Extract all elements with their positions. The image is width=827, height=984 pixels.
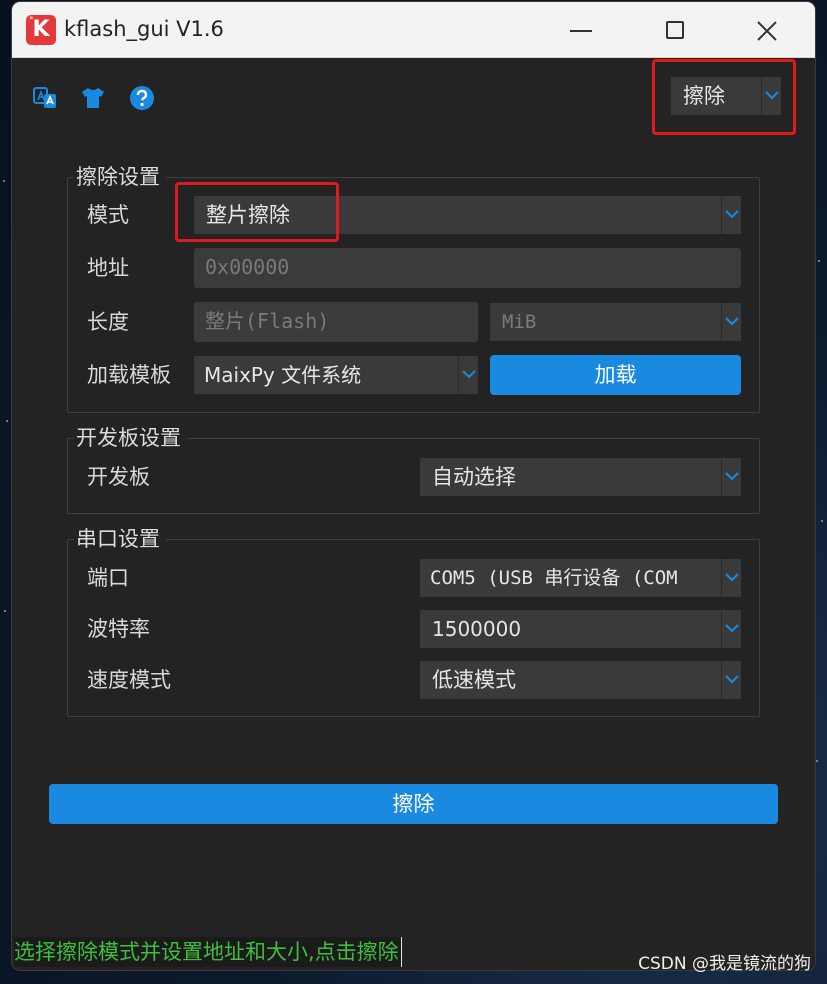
- port-label: 端口: [87, 566, 129, 590]
- help-icon[interactable]: [129, 85, 155, 111]
- app-window: ° K kflash_gui V1.6 擦除 擦除设置 模式 整片擦除 地址 0…: [12, 2, 815, 970]
- baud-label: 波特率: [87, 617, 150, 641]
- address-input[interactable]: 0x00000: [194, 248, 741, 288]
- board-select[interactable]: 自动选择: [420, 458, 741, 496]
- title-bar: ° K kflash_gui V1.6: [12, 2, 815, 58]
- main-content: 擦除 擦除设置 模式 整片擦除 地址 0x00000 长度 整片(Flash) …: [12, 59, 815, 970]
- chevron-down-icon: [725, 210, 739, 219]
- chevron-down-icon: [725, 624, 739, 633]
- annotation-box: [652, 59, 796, 135]
- address-label: 地址: [87, 256, 129, 280]
- speed-mode-label: 速度模式: [87, 668, 171, 692]
- minimize-icon: [570, 30, 592, 32]
- serial-settings-title: 串口设置: [74, 527, 166, 551]
- speed-mode-select[interactable]: 低速模式: [420, 661, 741, 699]
- chevron-down-icon: [725, 317, 739, 326]
- minimize-button[interactable]: [558, 14, 604, 48]
- erase-button[interactable]: 擦除: [49, 784, 778, 824]
- chevron-down-icon: [725, 472, 739, 481]
- port-select[interactable]: COM5 (USB 串行设备 (COM: [420, 559, 741, 597]
- translate-icon[interactable]: [32, 85, 58, 111]
- shirt-icon[interactable]: [80, 85, 106, 111]
- maximize-button[interactable]: [652, 14, 698, 48]
- length-unit-select[interactable]: MiB: [490, 303, 741, 341]
- watermark: CSDN @我是镜流的狗: [638, 954, 811, 974]
- window-title: kflash_gui V1.6: [64, 17, 224, 41]
- chevron-down-icon: [462, 370, 476, 379]
- load-template-button[interactable]: 加载: [490, 355, 741, 395]
- app-logo: ° K: [26, 15, 56, 45]
- length-input[interactable]: 整片(Flash): [194, 302, 478, 342]
- status-hint: 选择擦除模式并设置地址和大小,点击擦除: [14, 937, 402, 967]
- erase-settings-title: 擦除设置: [74, 165, 166, 189]
- close-button[interactable]: [744, 14, 790, 48]
- chevron-down-icon: [725, 573, 739, 582]
- board-settings-title: 开发板设置: [74, 426, 187, 450]
- mode-label: 模式: [87, 203, 129, 227]
- board-label: 开发板: [87, 465, 150, 489]
- template-select[interactable]: MaixPy 文件系统: [194, 356, 478, 394]
- length-label: 长度: [87, 310, 129, 334]
- close-icon: [757, 21, 777, 41]
- annotation-box: [175, 182, 339, 242]
- template-label: 加载模板: [87, 363, 171, 387]
- chevron-down-icon: [725, 675, 739, 684]
- maximize-icon: [666, 21, 684, 39]
- baud-select[interactable]: 1500000: [420, 610, 741, 648]
